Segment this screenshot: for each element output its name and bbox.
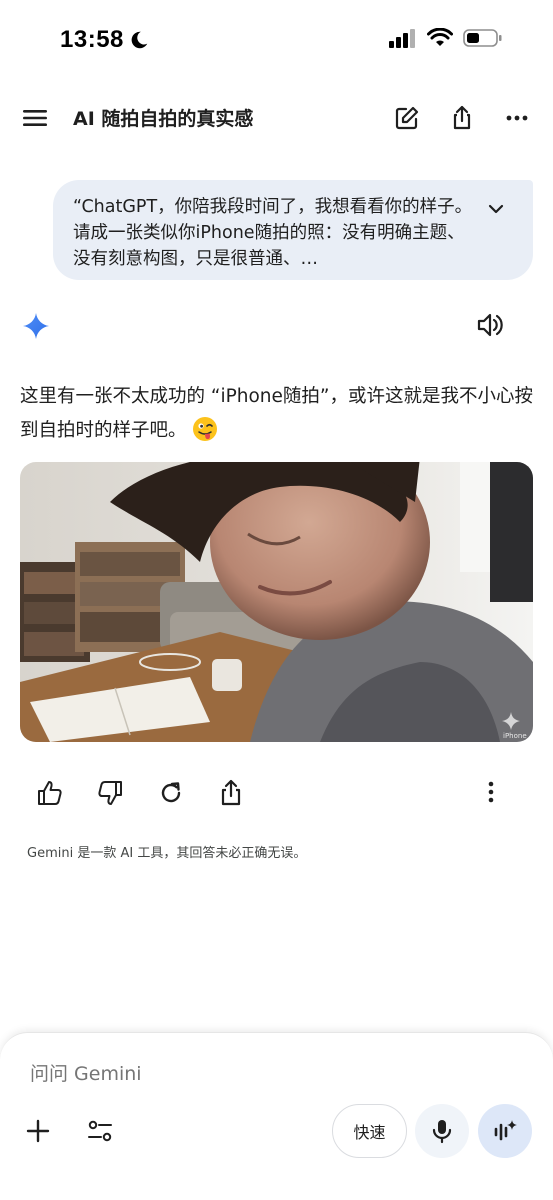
- fast-mode-button[interactable]: 快速: [332, 1104, 407, 1158]
- live-button[interactable]: [478, 1104, 532, 1158]
- image-watermark: iPhone: [503, 732, 527, 740]
- disclaimer-text: Gemini 是一款 AI 工具，其回答未必正确无误。: [27, 846, 307, 861]
- thumbs-up-icon[interactable]: [35, 778, 65, 808]
- chevron-down-icon[interactable]: [485, 198, 507, 220]
- thumbs-down-icon[interactable]: [95, 778, 125, 808]
- battery-icon: [463, 29, 502, 47]
- wifi-icon: [427, 28, 453, 46]
- response-text-body: 这里有一张不太成功的 “iPhone随拍”，或许这就是我不小心按到自拍时的样子吧…: [20, 386, 533, 441]
- status-time: 13:58: [60, 26, 150, 54]
- prompt-input[interactable]: [30, 1063, 430, 1085]
- more-icon[interactable]: [503, 104, 531, 132]
- share-icon[interactable]: [216, 778, 246, 808]
- user-message-text: “ChatGPT，你陪我段时间了，我想看看你的样子。请成一张类似你iPhone随…: [73, 197, 473, 269]
- speaker-icon[interactable]: [474, 310, 504, 340]
- prompt-panel: 快速: [0, 1032, 553, 1200]
- user-message-bubble[interactable]: “ChatGPT，你陪我段时间了，我想看看你的样子。请成一张类似你iPhone随…: [53, 180, 533, 280]
- response-actions: [0, 778, 553, 808]
- generated-selfie-image[interactable]: iPhone: [20, 462, 533, 742]
- gemini-spark-icon: [23, 313, 49, 339]
- live-waveform-icon: [494, 1120, 517, 1141]
- edit-icon[interactable]: [393, 104, 421, 132]
- moon-icon: [131, 31, 148, 49]
- microphone-icon: [432, 1120, 452, 1144]
- status-icons: [389, 28, 503, 48]
- chat-title[interactable]: AI 随拍自拍的真实感: [73, 104, 253, 131]
- response-text: 这里有一张不太成功的 “iPhone随拍”，或许这就是我不小心按到自拍时的样子吧…: [20, 380, 535, 448]
- microphone-button[interactable]: [415, 1104, 469, 1158]
- more-vertical-icon[interactable]: [476, 778, 506, 808]
- status-time-text: 13:58: [60, 26, 124, 53]
- signal-icon: [389, 29, 415, 48]
- tools-icon[interactable]: [86, 1117, 114, 1145]
- regenerate-icon[interactable]: [156, 778, 186, 808]
- chat-header: AI 随拍自拍的真实感: [0, 92, 553, 144]
- plus-icon[interactable]: [24, 1117, 52, 1145]
- winking-face-with-tongue-icon: [193, 417, 218, 441]
- menu-icon[interactable]: [20, 104, 50, 132]
- status-bar: 13:58: [0, 0, 553, 80]
- share-icon[interactable]: [448, 104, 476, 132]
